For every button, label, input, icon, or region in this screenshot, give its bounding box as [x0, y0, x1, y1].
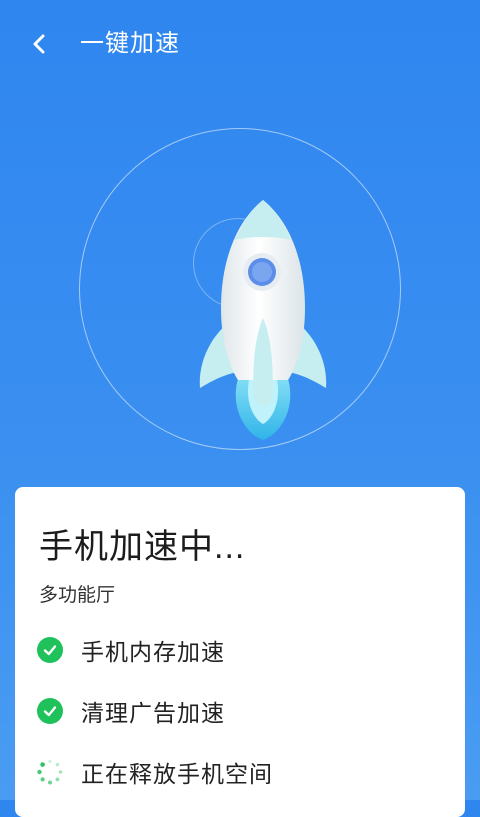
- chevron-left-icon: [33, 34, 45, 54]
- check-circle-icon: [37, 698, 63, 724]
- acceleration-card: 手机加速中... 多功能厅 手机内存加速 清理广告加速 正在释放手机空间: [15, 487, 465, 817]
- task-item-memory: 手机内存加速: [37, 633, 225, 667]
- task-item-ads: 清理广告加速: [37, 694, 225, 728]
- task-item-space: 正在释放手机空间: [37, 755, 273, 789]
- loading-spinner-icon: [37, 759, 63, 785]
- top-bar: 一键加速: [0, 0, 480, 88]
- hero-area: [0, 88, 480, 478]
- page-title: 一键加速: [80, 30, 180, 57]
- task-label: 正在释放手机空间: [81, 761, 273, 787]
- back-button[interactable]: [22, 26, 56, 62]
- card-subtitle: 多功能厅: [39, 585, 116, 606]
- task-label: 清理广告加速: [81, 700, 225, 726]
- task-label: 手机内存加速: [81, 639, 225, 665]
- card-title: 手机加速中...: [39, 528, 246, 566]
- check-circle-icon: [37, 637, 63, 663]
- rocket-icon: [199, 200, 327, 440]
